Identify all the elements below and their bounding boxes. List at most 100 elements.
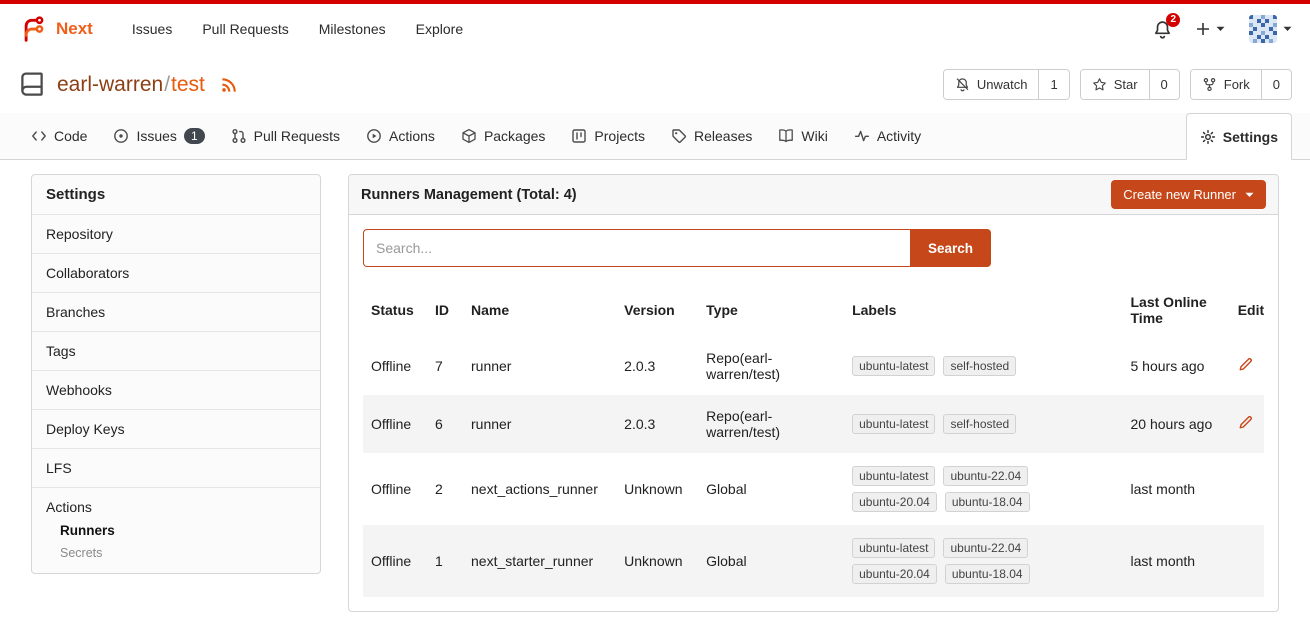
star-button[interactable]: Star <box>1081 70 1149 99</box>
activity-icon <box>854 128 870 144</box>
fork-button-group: Fork 0 <box>1190 69 1292 100</box>
star-icon <box>1092 77 1107 92</box>
rss-icon[interactable] <box>220 75 239 94</box>
watch-button-group: Unwatch 1 <box>943 69 1070 100</box>
sidebar-item-branches[interactable]: Branches <box>32 292 320 331</box>
sidebar-item-webhooks[interactable]: Webhooks <box>32 370 320 409</box>
table-row: Offline 7 runner 2.0.3 Repo(earl-warren/… <box>363 337 1264 395</box>
runners-table: Status ID Name Version Type Labels Last … <box>363 283 1264 597</box>
tab-actions[interactable]: Actions <box>353 113 448 159</box>
panel-title: Runners Management (Total: 4) <box>361 187 577 203</box>
repo-owner-link[interactable]: earl-warren <box>57 73 163 96</box>
nav-item-milestones[interactable]: Milestones <box>304 4 401 54</box>
user-menu-dropdown[interactable] <box>1249 15 1292 43</box>
repo-name-link[interactable]: test <box>171 73 205 96</box>
table-header-row: Status ID Name Version Type Labels Last … <box>363 283 1264 337</box>
col-header-labels: Labels <box>844 283 1122 337</box>
runner-version: Unknown <box>616 525 698 597</box>
edit-runner-button[interactable] <box>1238 415 1253 430</box>
navbar: Next Issues Pull Requests Milestones Exp… <box>0 4 1310 54</box>
tab-label: Settings <box>1223 129 1278 145</box>
star-button-group: Star 0 <box>1080 69 1180 100</box>
sidebar-item-collaborators[interactable]: Collaborators <box>32 253 320 292</box>
label-chip: ubuntu-latest <box>852 538 935 558</box>
bell-slash-icon <box>955 77 970 92</box>
label-chip: ubuntu-22.04 <box>943 466 1028 486</box>
runner-status: Offline <box>363 395 427 453</box>
fork-button[interactable]: Fork <box>1191 70 1261 99</box>
runner-id: 6 <box>427 395 463 453</box>
fork-count[interactable]: 0 <box>1261 70 1291 99</box>
panel-header: Runners Management (Total: 4) Create new… <box>349 175 1278 215</box>
star-label: Star <box>1114 77 1138 92</box>
sidebar-item-secrets[interactable]: Secrets <box>60 546 306 560</box>
create-new-dropdown[interactable] <box>1196 22 1225 36</box>
nav-item-explore[interactable]: Explore <box>401 4 478 54</box>
tab-wiki[interactable]: Wiki <box>765 113 840 159</box>
tab-releases[interactable]: Releases <box>658 113 765 159</box>
tab-settings[interactable]: Settings <box>1186 113 1292 160</box>
label-chip: ubuntu-latest <box>852 356 935 376</box>
tab-projects[interactable]: Projects <box>558 113 658 159</box>
notification-badge: 2 <box>1166 13 1180 27</box>
unwatch-button[interactable]: Unwatch <box>944 70 1039 99</box>
nav-item-pull-requests[interactable]: Pull Requests <box>187 4 303 54</box>
nav-item-issues[interactable]: Issues <box>117 4 187 54</box>
fork-label: Fork <box>1224 77 1250 92</box>
runner-name: runner <box>463 395 616 453</box>
sidebar-item-tags[interactable]: Tags <box>32 331 320 370</box>
watch-count[interactable]: 1 <box>1038 70 1068 99</box>
col-header-type: Type <box>698 283 844 337</box>
issues-count-badge: 1 <box>184 128 205 144</box>
col-header-name: Name <box>463 283 616 337</box>
packages-icon <box>461 128 477 144</box>
runner-id: 7 <box>427 337 463 395</box>
search-button[interactable]: Search <box>910 229 991 267</box>
sidebar-item-runners[interactable]: Runners <box>60 523 306 538</box>
label-chip: self-hosted <box>943 414 1016 434</box>
col-header-status: Status <box>363 283 427 337</box>
releases-icon <box>671 128 687 144</box>
tab-label: Activity <box>877 128 921 144</box>
runner-version: 2.0.3 <box>616 395 698 453</box>
label-chip: ubuntu-20.04 <box>852 564 937 584</box>
runner-status: Offline <box>363 337 427 395</box>
tab-issues[interactable]: Issues 1 <box>100 113 217 159</box>
col-header-version: Version <box>616 283 698 337</box>
tab-pull-requests[interactable]: Pull Requests <box>218 113 353 159</box>
repo-tab-bar: Code Issues 1 Pull Requests Actions Pack… <box>0 113 1310 160</box>
sidebar-item-repository[interactable]: Repository <box>32 214 320 253</box>
tab-label: Projects <box>594 128 645 144</box>
table-row: Offline 1 next_starter_runner Unknown Gl… <box>363 525 1264 597</box>
runner-status: Offline <box>363 453 427 525</box>
search-input[interactable] <box>363 229 910 267</box>
brand-logo[interactable]: Next <box>18 14 93 44</box>
sidebar-item-deploy-keys[interactable]: Deploy Keys <box>32 409 320 448</box>
chevron-down-icon <box>1245 192 1254 198</box>
runner-labels: ubuntu-latest ubuntu-22.04 ubuntu-20.04 … <box>844 453 1122 525</box>
settings-sidebar: Settings Repository Collaborators Branch… <box>31 174 321 574</box>
table-row: Offline 2 next_actions_runner Unknown Gl… <box>363 453 1264 525</box>
navbar-links: Issues Pull Requests Milestones Explore <box>117 4 478 54</box>
chevron-down-icon <box>1283 26 1292 32</box>
create-new-runner-button[interactable]: Create new Runner <box>1111 180 1266 209</box>
tab-packages[interactable]: Packages <box>448 113 558 159</box>
runner-version: 2.0.3 <box>616 337 698 395</box>
sidebar-item-actions[interactable]: Actions Runners Secrets <box>32 487 320 573</box>
repo-separator: / <box>164 73 170 96</box>
repo-header: earl-warren/test Unwatch 1 <box>0 54 1310 113</box>
tab-code[interactable]: Code <box>18 113 100 159</box>
runner-status: Offline <box>363 525 427 597</box>
sidebar-item-lfs[interactable]: LFS <box>32 448 320 487</box>
repo-action-buttons: Unwatch 1 Star 0 <box>943 69 1292 100</box>
plus-icon <box>1196 22 1210 36</box>
star-count[interactable]: 0 <box>1149 70 1179 99</box>
runner-search-bar: Search <box>363 229 991 267</box>
runner-type: Global <box>698 525 844 597</box>
col-header-last-online: Last Online Time <box>1123 283 1230 337</box>
notifications-button[interactable]: 2 <box>1153 20 1172 39</box>
edit-runner-button[interactable] <box>1238 357 1253 372</box>
repo-book-icon <box>18 71 46 99</box>
tab-activity[interactable]: Activity <box>841 113 934 159</box>
table-row: Offline 6 runner 2.0.3 Repo(earl-warren/… <box>363 395 1264 453</box>
